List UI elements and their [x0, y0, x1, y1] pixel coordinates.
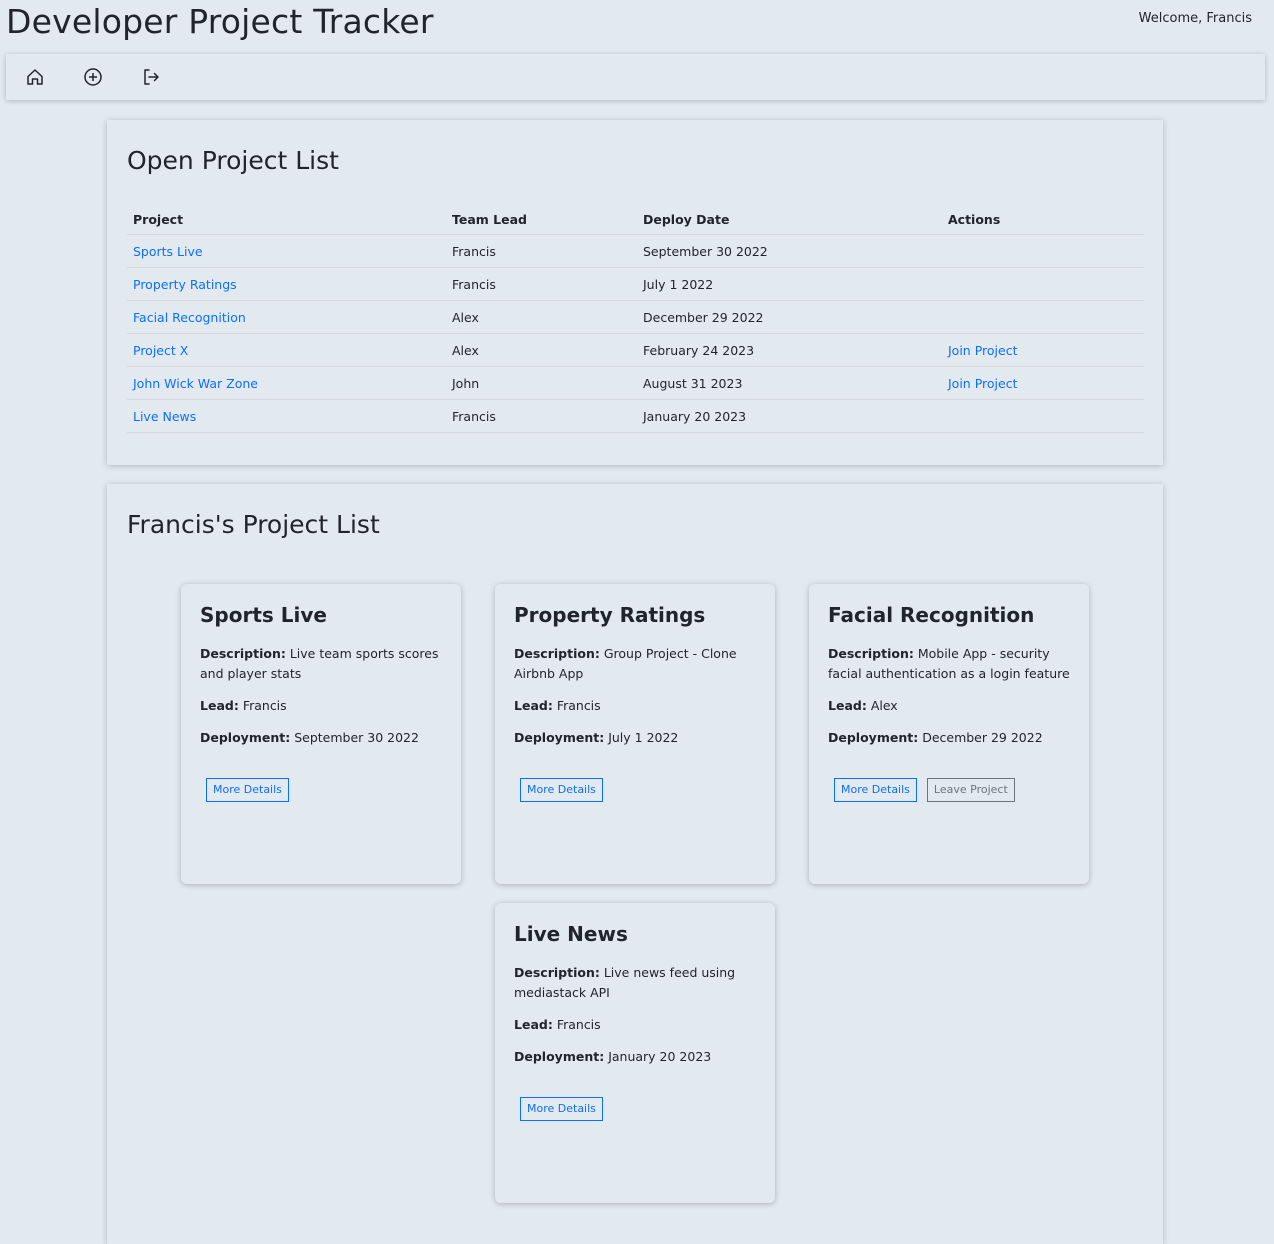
project-link[interactable]: Property Ratings [133, 277, 237, 292]
more-details-button[interactable]: More Details [520, 1097, 603, 1121]
open-project-panel: Open Project List Project Team Lead Depl… [107, 120, 1163, 465]
table-row: Sports Live Francis September 30 2022 [127, 234, 1144, 268]
deploy-date-cell: January 20 2023 [637, 399, 942, 433]
table-row: John Wick War Zone John August 31 2023 J… [127, 366, 1144, 400]
card-title: Sports Live [200, 603, 327, 627]
add-project-button[interactable] [82, 66, 104, 88]
column-header-actions: Actions [942, 205, 1144, 235]
actions-cell [942, 300, 1144, 334]
card-description: Description: Mobile App - security facia… [828, 646, 1070, 681]
card-deployment: Deployment: September 30 2022 [200, 730, 419, 745]
logout-button[interactable] [140, 66, 162, 88]
card-description: Description: Group Project - Clone Airbn… [514, 646, 737, 681]
project-link[interactable]: Facial Recognition [133, 310, 246, 325]
team-lead-cell: Alex [446, 333, 637, 367]
project-link[interactable]: Live News [133, 409, 196, 424]
more-details-button[interactable]: More Details [520, 778, 603, 802]
table-header-row: Project Team Lead Deploy Date Actions [127, 205, 1144, 235]
join-project-link[interactable]: Join Project [948, 376, 1017, 391]
project-link[interactable]: John Wick War Zone [133, 376, 258, 391]
team-lead-cell: Alex [446, 300, 637, 334]
card-lead: Lead: Alex [828, 698, 898, 713]
card-description: Description: Live news feed using medias… [514, 965, 736, 1000]
team-lead-cell: Francis [446, 267, 637, 301]
column-header-deploy-date: Deploy Date [637, 205, 942, 235]
add-circle-icon [84, 68, 102, 86]
project-card: Facial Recognition Description: Mobile A… [809, 584, 1089, 884]
project-card: Live News Description: Live news feed us… [495, 903, 775, 1203]
table-row: Facial Recognition Alex December 29 2022 [127, 300, 1144, 334]
my-project-panel: Francis's Project List Sports Live Descr… [107, 484, 1163, 1244]
logout-icon [144, 69, 159, 85]
card-description: Description: Live team sports scores and… [200, 646, 439, 681]
column-header-project: Project [127, 205, 446, 235]
team-lead-cell: John [446, 366, 637, 400]
deploy-date-cell: February 24 2023 [637, 333, 942, 367]
project-card: Property Ratings Description: Group Proj… [495, 584, 775, 884]
project-link[interactable]: Sports Live [133, 244, 203, 259]
actions-cell [942, 399, 1144, 433]
actions-cell: Join Project [942, 333, 1144, 367]
more-details-button[interactable]: More Details [206, 778, 289, 802]
team-lead-cell: Francis [446, 399, 637, 433]
app-title: Developer Project Tracker [6, 2, 434, 41]
actions-cell: Join Project [942, 366, 1144, 400]
card-lead: Lead: Francis [514, 1017, 601, 1032]
welcome-message: Welcome, Francis [1138, 11, 1252, 26]
project-link[interactable]: Project X [133, 343, 188, 358]
project-card: Sports Live Description: Live team sport… [181, 584, 461, 884]
join-project-link[interactable]: Join Project [948, 343, 1017, 358]
actions-cell [942, 267, 1144, 301]
navbar [6, 54, 1265, 100]
deploy-date-cell: August 31 2023 [637, 366, 942, 400]
column-header-team-lead: Team Lead [446, 205, 637, 235]
actions-cell [942, 234, 1144, 268]
more-details-button[interactable]: More Details [834, 778, 917, 802]
leave-project-button[interactable]: Leave Project [926, 778, 1015, 802]
open-project-title: Open Project List [127, 146, 339, 175]
open-project-table: Project Team Lead Deploy Date Actions Sp… [127, 205, 1144, 433]
card-title: Property Ratings [514, 603, 706, 627]
card-deployment: Deployment: January 20 2023 [514, 1049, 712, 1064]
table-row: Project X Alex February 24 2023 Join Pro… [127, 333, 1144, 367]
table-row: Live News Francis January 20 2023 [127, 399, 1144, 433]
my-project-title: Francis's Project List [127, 510, 380, 539]
team-lead-cell: Francis [446, 234, 637, 268]
deploy-date-cell: September 30 2022 [637, 234, 942, 268]
deploy-date-cell: July 1 2022 [637, 267, 942, 301]
deploy-date-cell: December 29 2022 [637, 300, 942, 334]
home-icon [27, 69, 43, 85]
home-button[interactable] [24, 66, 46, 88]
card-deployment: Deployment: December 29 2022 [828, 730, 1043, 745]
card-lead: Lead: Francis [514, 698, 601, 713]
table-row: Property Ratings Francis July 1 2022 [127, 267, 1144, 301]
card-lead: Lead: Francis [200, 698, 287, 713]
card-deployment: Deployment: July 1 2022 [514, 730, 679, 745]
card-title: Live News [514, 922, 628, 946]
card-title: Facial Recognition [828, 603, 1035, 627]
